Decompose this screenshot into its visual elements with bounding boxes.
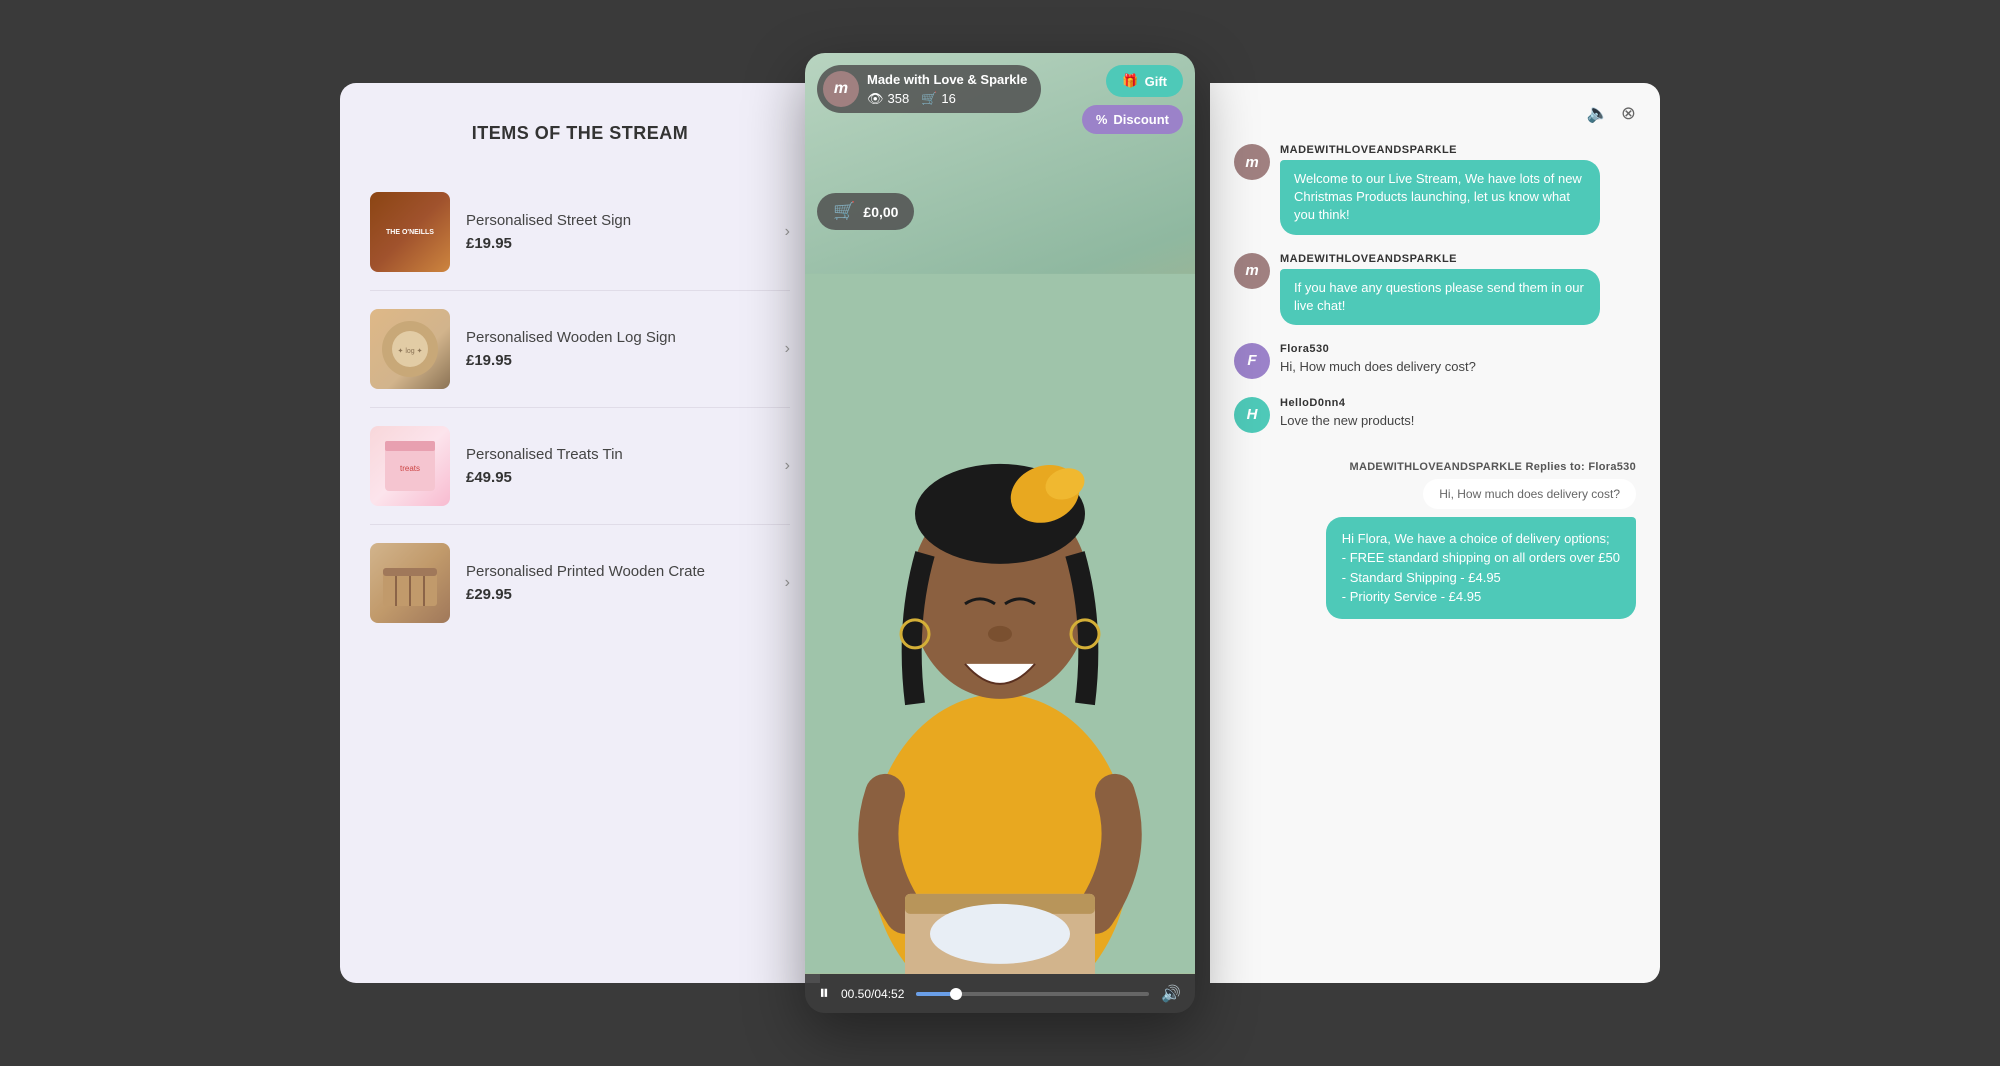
right-panel-header: 🔈 ⊗	[1234, 103, 1636, 124]
chat-username-3: Flora530	[1280, 343, 1476, 355]
item-chevron-2: ›	[785, 340, 790, 358]
reply-quote: Hi, How much does delivery cost?	[1423, 479, 1636, 509]
item-chevron-3: ›	[785, 457, 790, 475]
chat-avatar-hello: H	[1234, 397, 1270, 433]
volume-header-button[interactable]: 🔈	[1586, 103, 1608, 124]
item-price-2: £19.95	[466, 352, 769, 369]
item-thumbnail-4	[370, 543, 450, 623]
chat-avatar-seller-1: m	[1234, 144, 1270, 180]
views-stat: 👁 358	[867, 91, 909, 107]
chat-text-3: Hi, How much does delivery cost?	[1280, 359, 1476, 374]
item-chevron-4: ›	[785, 574, 790, 592]
stream-stats: 👁 358 🛒 16	[867, 91, 1027, 107]
close-button[interactable]: ⊗	[1621, 103, 1636, 124]
chat-message-4: H HelloD0nn4 Love the new products!	[1234, 397, 1636, 433]
chat-avatar-flora: F	[1234, 343, 1270, 379]
video-area: m Made with Love & Sparkle 👁 358 🛒	[805, 53, 1195, 974]
item-thumbnail-1: THE O'NEILLS	[370, 192, 450, 272]
volume-icon: 🔊	[1161, 986, 1181, 1003]
progress-thumb	[950, 988, 962, 1000]
video-overlay-top: m Made with Love & Sparkle 👁 358 🛒	[805, 53, 1195, 137]
chat-username-1: MADEWITHLOVEANDSPARKLE	[1280, 144, 1600, 156]
stream-item-2[interactable]: ✦ log ✦ Personalised Wooden Log Sign £19…	[370, 291, 790, 408]
chat-bubble-2: If you have any questions please send th…	[1280, 269, 1600, 325]
stream-item-4[interactable]: Personalised Printed Wooden Crate £29.95…	[370, 525, 790, 641]
svg-text:treats: treats	[400, 464, 420, 473]
main-container: ITEMS OF THE STREAM THE O'NEILLS Persona…	[340, 83, 1660, 983]
video-controls: ⏸ 00.50/04:52 🔊	[805, 974, 1195, 1013]
item-info-2: Personalised Wooden Log Sign £19.95	[450, 329, 785, 369]
cart-pill: 🛒 £0,00	[817, 193, 914, 230]
gift-button[interactable]: 🎁 Gift	[1106, 65, 1183, 97]
cart-icon: 🛒	[921, 91, 937, 107]
item-info-4: Personalised Printed Wooden Crate £29.95	[450, 563, 785, 603]
right-panel: 🔈 ⊗ m MADEWITHLOVEANDSPARKLE Welcome to …	[1210, 83, 1660, 983]
item-name-2: Personalised Wooden Log Sign	[466, 329, 769, 346]
cart-amount: £0,00	[863, 204, 898, 220]
volume-button[interactable]: 🔊	[1161, 984, 1181, 1004]
chat-messages: m MADEWITHLOVEANDSPARKLE Welcome to our …	[1234, 144, 1636, 963]
item-chevron-1: ›	[785, 223, 790, 241]
chat-text-4: Love the new products!	[1280, 413, 1414, 428]
percent-icon: %	[1096, 112, 1108, 127]
item-thumbnail-3: treats	[370, 426, 450, 506]
close-icon: ⊗	[1621, 103, 1636, 123]
chat-username-2: MADEWITHLOVEANDSPARKLE	[1280, 253, 1600, 265]
eye-icon: 👁	[867, 91, 884, 107]
cart-stat: 🛒 16	[921, 91, 956, 107]
reply-section: MADEWITHLOVEANDSPARKLE Replies to: Flora…	[1234, 461, 1636, 619]
item-info-3: Personalised Treats Tin £49.95	[450, 446, 785, 486]
stream-item-3[interactable]: treats Personalised Treats Tin £49.95 ›	[370, 408, 790, 525]
chat-bubble-1: Welcome to our Live Stream, We have lots…	[1280, 160, 1600, 235]
pause-icon: ⏸	[819, 982, 829, 1004]
left-panel: ITEMS OF THE STREAM THE O'NEILLS Persona…	[340, 83, 820, 983]
item-price-1: £19.95	[466, 235, 769, 252]
item-name-4: Personalised Printed Wooden Crate	[466, 563, 769, 580]
reply-bubble: Hi Flora, We have a choice of delivery o…	[1326, 517, 1636, 619]
streamer-badge: m Made with Love & Sparkle 👁 358 🛒	[817, 65, 1041, 113]
progress-fill	[916, 992, 956, 996]
chat-avatar-seller-2: m	[1234, 253, 1270, 289]
discount-button[interactable]: % Discount	[1082, 105, 1183, 134]
chat-message-2: m MADEWITHLOVEANDSPARKLE If you have any…	[1234, 253, 1636, 325]
svg-text:✦ log ✦: ✦ log ✦	[398, 347, 423, 355]
speaker-icon: 🔈	[1586, 103, 1608, 123]
video-panel: m Made with Love & Sparkle 👁 358 🛒	[805, 53, 1195, 1013]
streamer-name: Made with Love & Sparkle	[867, 72, 1027, 87]
chat-username-4: HelloD0nn4	[1280, 397, 1414, 409]
item-name-1: Personalised Street Sign	[466, 212, 769, 229]
items-title: ITEMS OF THE STREAM	[370, 123, 790, 144]
item-thumbnail-2: ✦ log ✦	[370, 309, 450, 389]
progress-bar[interactable]	[916, 992, 1149, 996]
item-info-1: Personalised Street Sign £19.95	[450, 212, 785, 252]
item-name-3: Personalised Treats Tin	[466, 446, 769, 463]
time-display: 00.50/04:52	[841, 987, 904, 1001]
stream-item-1[interactable]: THE O'NEILLS Personalised Street Sign £1…	[370, 174, 790, 291]
streamer-avatar: m	[823, 71, 859, 107]
pause-button[interactable]: ⏸	[819, 982, 829, 1005]
chat-message-3: F Flora530 Hi, How much does delivery co…	[1234, 343, 1636, 379]
cart-pill-icon: 🛒	[833, 201, 855, 222]
gift-icon: 🎁	[1122, 73, 1138, 89]
chat-message-1: m MADEWITHLOVEANDSPARKLE Welcome to our …	[1234, 144, 1636, 235]
item-price-4: £29.95	[466, 586, 769, 603]
reply-header: MADEWITHLOVEANDSPARKLE Replies to: Flora…	[1234, 461, 1636, 473]
item-price-3: £49.95	[466, 469, 769, 486]
